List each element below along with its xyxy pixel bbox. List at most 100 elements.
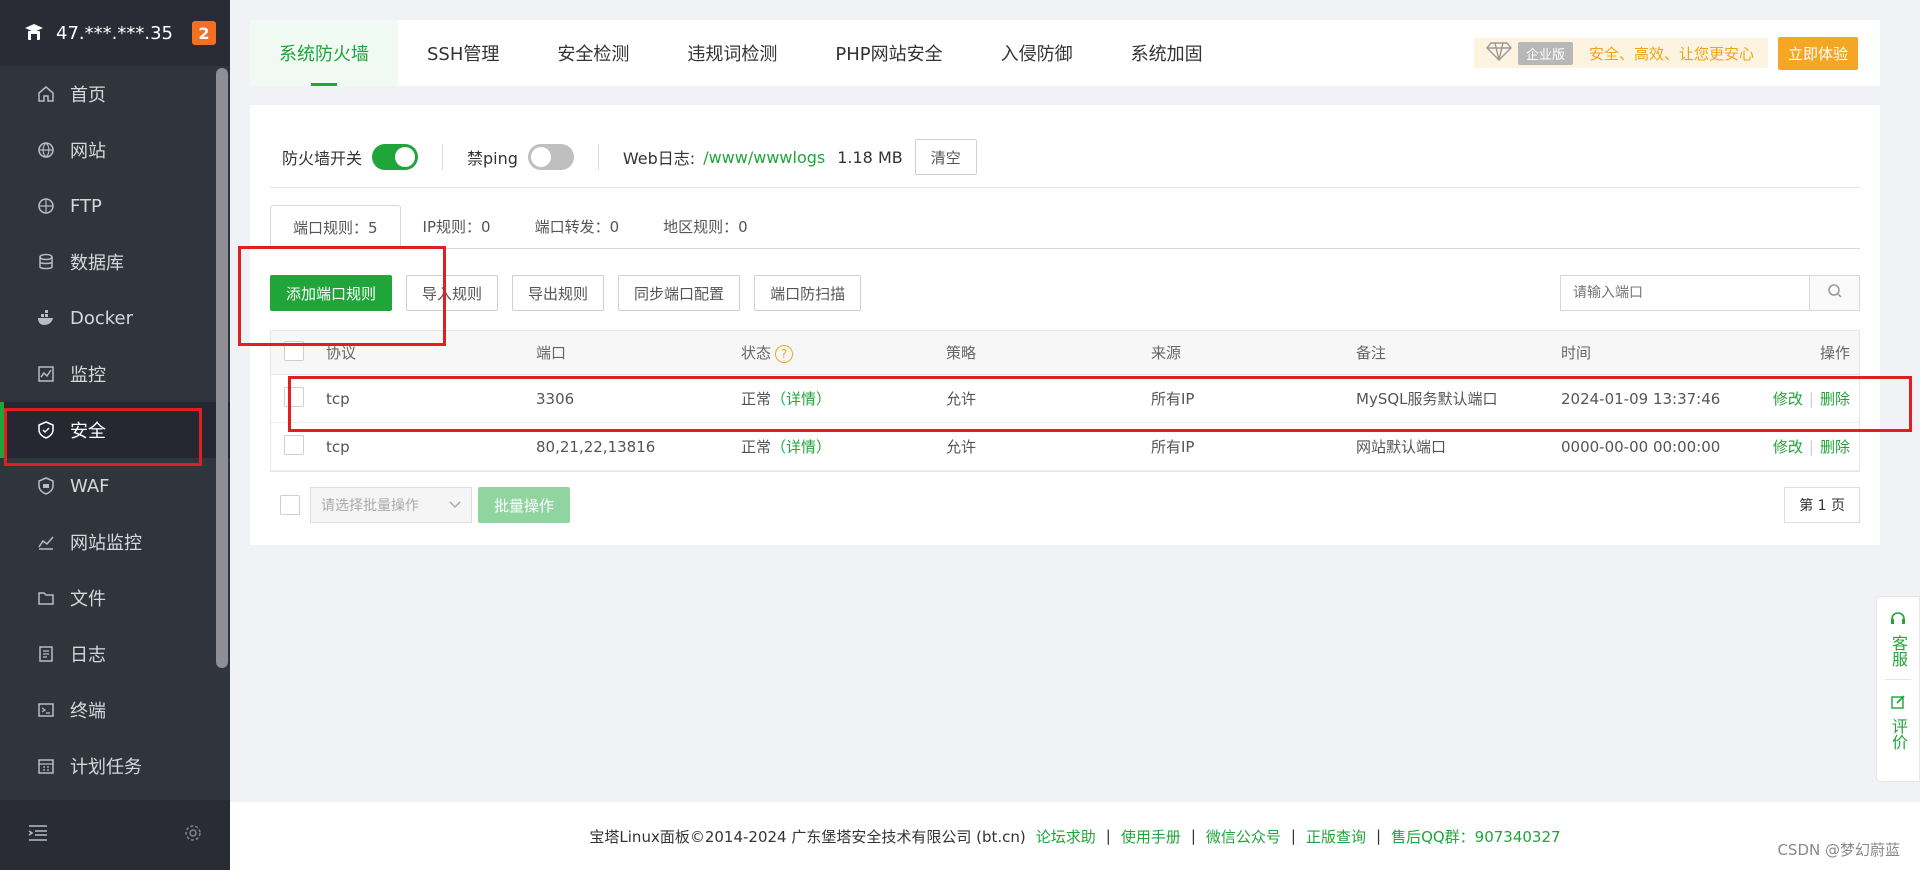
- tab-port-forward[interactable]: 端口转发：0: [513, 204, 642, 248]
- col-note: 备注: [1356, 330, 1561, 375]
- customer-service-button[interactable]: 客服: [1889, 611, 1908, 667]
- col-ops: 操作: [1751, 330, 1860, 375]
- ftp-icon: [36, 196, 56, 216]
- tab-ip-rules[interactable]: IP规则：0: [401, 204, 513, 248]
- collapse-menu-icon[interactable]: [28, 824, 48, 846]
- switch-bar: 防火墙开关 禁ping Web日志: /www/wwwlogs 1.18 MB …: [282, 135, 977, 179]
- notification-badge[interactable]: 2: [192, 21, 216, 45]
- page-footer: 宝塔Linux面板©2014-2024 广东堡塔安全技术有限公司 (bt.cn)…: [230, 802, 1920, 870]
- log-icon: [36, 644, 56, 664]
- tab-php-security[interactable]: PHP网站安全: [806, 20, 971, 86]
- col-time: 时间: [1561, 330, 1751, 375]
- sidebar-item-website[interactable]: 网站: [0, 122, 230, 178]
- footer-link-license[interactable]: 正版查询: [1306, 826, 1366, 847]
- rule-tabs: 端口规则：5 IP规则：0 端口转发：0 地区规则：0: [270, 205, 1860, 249]
- footer-link-wechat[interactable]: 微信公众号: [1206, 826, 1281, 847]
- weblog-path-link[interactable]: /www/wwwlogs: [703, 148, 825, 167]
- database-icon: [36, 252, 56, 272]
- footer-link-forum[interactable]: 论坛求助: [1036, 826, 1096, 847]
- footer-link-qq-group[interactable]: 售后QQ群：907340327: [1391, 826, 1561, 847]
- sidebar-item-monitor[interactable]: 监控: [0, 346, 230, 402]
- export-rules-button[interactable]: 导出规则: [512, 275, 605, 311]
- copyright-text: 宝塔Linux面板©2014-2024 广东堡塔安全技术有限公司 (bt.cn): [589, 827, 1026, 846]
- clear-log-button[interactable]: 清空: [914, 139, 977, 175]
- sidebar-item-label: 计划任务: [70, 757, 142, 778]
- table-header-row: 协议 端口 状态? 策略 来源 备注 时间 操作: [270, 330, 1860, 375]
- sidebar-item-label: WAF: [70, 475, 110, 497]
- search-icon: [1827, 283, 1843, 303]
- tab-keyword-scan[interactable]: 违规词检测: [658, 20, 806, 86]
- tab-port-rules[interactable]: 端口规则：5: [270, 205, 401, 249]
- ping-switch-label: 禁ping: [467, 149, 518, 168]
- tab-hardening[interactable]: 系统加固: [1102, 20, 1232, 86]
- search-button[interactable]: [1809, 276, 1859, 310]
- col-source: 来源: [1151, 330, 1356, 375]
- sync-port-config-button[interactable]: 同步端口配置: [618, 275, 741, 311]
- tab-region-rules[interactable]: 地区规则：0: [641, 204, 770, 248]
- sidebar-item-waf[interactable]: WAF: [0, 458, 230, 514]
- sidebar-item-files[interactable]: 文件: [0, 570, 230, 626]
- folder-icon: [36, 588, 56, 608]
- firewall-switch-label: 防火墙开关: [282, 149, 363, 168]
- col-port: 端口: [536, 330, 741, 375]
- sidebar-item-label: 监控: [70, 365, 106, 386]
- home-icon: [36, 84, 56, 104]
- tab-intrusion[interactable]: 入侵防御: [972, 20, 1102, 86]
- sidebar-scrollbar[interactable]: [216, 68, 228, 668]
- sidebar-item-database[interactable]: 数据库: [0, 234, 230, 290]
- sidebar-item-label: 文件: [70, 589, 106, 610]
- ping-toggle[interactable]: [527, 144, 574, 170]
- sidebar-item-label: 日志: [70, 645, 106, 666]
- sidebar-item-label: 网站: [70, 141, 106, 162]
- sidebar-item-label: FTP: [70, 195, 102, 217]
- review-label: 评价: [1889, 718, 1908, 750]
- enterprise-banner: 企业版 安全、高效、让您更安心: [1473, 38, 1768, 68]
- tab-ssh[interactable]: SSH管理: [398, 20, 528, 86]
- server-ip[interactable]: 47.***.***.35: [56, 23, 173, 44]
- batch-operation-select[interactable]: 请选择批量操作: [310, 487, 472, 523]
- docker-icon: [36, 308, 56, 328]
- highlight-box-security: [4, 408, 202, 466]
- terminal-icon: [36, 700, 56, 720]
- tab-security-scan[interactable]: 安全检测: [528, 20, 658, 86]
- sidebar-item-docker[interactable]: Docker: [0, 290, 230, 346]
- sidebar-item-label: 首页: [70, 85, 106, 106]
- batch-select-all-checkbox[interactable]: [280, 495, 300, 515]
- weblog-label: Web日志:: [622, 149, 696, 168]
- enterprise-promo: 企业版 安全、高效、让您更安心 立即体验: [1473, 36, 1858, 70]
- service-label: 客服: [1889, 635, 1908, 667]
- col-status: 状态?: [741, 330, 946, 375]
- headset-icon: [1890, 611, 1906, 631]
- port-antiscan-button[interactable]: 端口防扫描: [754, 275, 862, 311]
- footer-link-manual[interactable]: 使用手册: [1121, 826, 1181, 847]
- sidebar-item-terminal[interactable]: 终端: [0, 682, 230, 738]
- batch-bar: 请选择批量操作 批量操作 第 1 页: [270, 485, 1860, 525]
- try-now-button[interactable]: 立即体验: [1777, 36, 1858, 70]
- pagination[interactable]: 第 1 页: [1784, 487, 1860, 523]
- highlight-box-add-rule: [238, 246, 446, 346]
- sidebar-item-label: 网站监控: [70, 533, 142, 554]
- batch-operation-button[interactable]: 批量操作: [478, 487, 571, 523]
- enterprise-tag: 企业版: [1517, 41, 1573, 65]
- tab-system-firewall[interactable]: 系统防火墙: [250, 20, 398, 86]
- sidebar-footer: [0, 800, 230, 870]
- port-search-input[interactable]: [1561, 276, 1809, 310]
- gear-icon[interactable]: [184, 824, 202, 846]
- sidebar-item-cron[interactable]: 计划任务: [0, 738, 230, 794]
- sidebar-item-site-monitor[interactable]: 网站监控: [0, 514, 230, 570]
- sidebar-item-home[interactable]: 首页: [0, 66, 230, 122]
- delete-link[interactable]: 删除: [1820, 438, 1850, 456]
- row-checkbox[interactable]: [284, 434, 304, 455]
- sidebar-item-ftp[interactable]: FTP: [0, 178, 230, 234]
- calendar-icon: [36, 756, 56, 776]
- detail-link[interactable]: （详情）: [771, 438, 831, 456]
- top-tabs: 系统防火墙 SSH管理 安全检测 违规词检测 PHP网站安全 入侵防御 系统加固…: [250, 20, 1880, 86]
- firewall-panel: 防火墙开关 禁ping Web日志: /www/wwwlogs 1.18 MB …: [250, 105, 1880, 545]
- watermark: CSDN @梦幻蔚蓝: [1777, 841, 1900, 859]
- sidebar-item-logs[interactable]: 日志: [0, 626, 230, 682]
- review-button[interactable]: 评价: [1889, 694, 1908, 750]
- help-icon[interactable]: ?: [775, 345, 794, 363]
- firewall-toggle[interactable]: [372, 144, 419, 170]
- sidebar-header: 47.***.***.35 2: [0, 0, 230, 66]
- edit-link[interactable]: 修改: [1773, 438, 1803, 456]
